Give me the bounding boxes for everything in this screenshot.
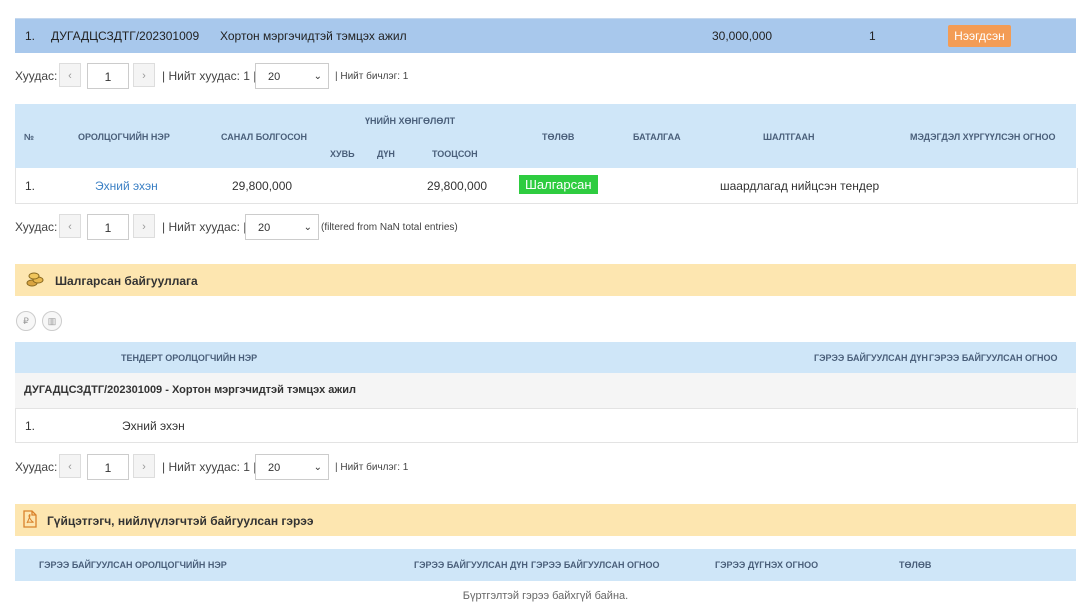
prev-page-button[interactable]: ‹ (59, 454, 81, 478)
col-contract-amount: Гэрээ байгуулсан дүн (414, 560, 528, 570)
pagination-1: Хуудас: ‹ 1 › | Нийт хуудас: 1 | 20 ⌄ | Н… (15, 63, 615, 89)
next-page-button[interactable]: › (133, 454, 155, 478)
page-label: Хуудас: (15, 69, 58, 83)
col-calculated: Тооцсон (432, 149, 478, 159)
col-contract-date: Гэрээ байгуулсан огноо (531, 560, 660, 570)
next-page-button[interactable]: › (133, 63, 155, 87)
filter-icon[interactable]: ₽ (16, 311, 36, 331)
tender-row[interactable]: 1. ДУГАДЦСЗДТГ/202301009 Хортон мэргэчид… (15, 18, 1076, 53)
section-selected-orgs: Шалгарсан байгууллага (15, 264, 1076, 296)
participant-link[interactable]: Эхний эхэн (95, 179, 158, 193)
col-discount-group: Үнийн хөнгөлөлт (365, 116, 456, 126)
coins-icon (25, 271, 45, 292)
calculated-amount: 29,800,000 (427, 179, 488, 193)
col-contract-end-date: Гэрээ дүгнэх огноо (715, 560, 819, 570)
col-reason: Шалтгаан (763, 132, 815, 142)
col-contract-date: Гэрээ байгуулсан огноо (929, 353, 1058, 363)
section-title: Шалгарсан байгууллага (55, 274, 198, 288)
tender-row-num: 1. (25, 29, 36, 43)
status-badge-selected: Шалгарсан (519, 175, 598, 194)
col-participant: Оролцогчийн нэр (78, 132, 170, 142)
group-row: ДУГАДЦСЗДТГ/202301009 - Хортон мэргэчидт… (15, 373, 1076, 409)
col-contract-amount: Гэрээ байгуулсан дүн (814, 353, 928, 363)
page-number-input[interactable]: 1 (87, 63, 129, 89)
table-row: 1. Эхний эхэн 29,800,000 29,800,000 Шалг… (15, 168, 1078, 204)
pagination-3: Хуудас: ‹ 1 › | Нийт хуудас: 1 | 20 ⌄ | Н… (15, 454, 615, 480)
col-status: Төлөв (542, 132, 575, 142)
offered-amount: 29,800,000 (232, 179, 293, 193)
page-size-select[interactable]: 20 ⌄ (255, 63, 329, 89)
page-size-select[interactable]: 20 ⌄ (245, 214, 319, 240)
orgs-table-header: Тендерт оролцогчийн нэр Гэрээ байгуулсан… (15, 342, 1076, 373)
tender-amount: 30,000,000 (712, 29, 773, 43)
grid-icon[interactable]: ▥ (42, 311, 62, 331)
chevron-down-icon: ⌄ (313, 462, 322, 473)
page-size-select[interactable]: 20 ⌄ (255, 454, 329, 480)
col-sent-date: Мэдэгдэл хүргүүлсэн огноо (910, 132, 1056, 142)
tender-name: Хортон мэргэчидтэй тэмцэх ажил (220, 29, 407, 43)
table-row: 1. Эхний эхэн (15, 408, 1078, 443)
tender-count: 1 (869, 29, 876, 43)
total-pages-label: | Нийт хуудас: 1 | (162, 69, 257, 83)
total-records-label: | Нийт бичлэг: 1 (335, 71, 409, 82)
prev-page-button[interactable]: ‹ (59, 214, 81, 238)
page-size-value: 20 (268, 71, 281, 83)
total-pages-label: | Нийт хуудас: 1 | (162, 460, 257, 474)
next-page-button[interactable]: › (133, 214, 155, 238)
page-number-input[interactable]: 1 (87, 454, 129, 480)
col-percent: Хувь (330, 149, 355, 159)
section-contracts: Гүйцэтгэгч, нийлүүлэгчтэй байгуулсан гэр… (15, 504, 1076, 536)
empty-text: Бүртгэлтэй гэрээ байхгүй байна. (462, 590, 629, 602)
row-no: 1. (25, 419, 36, 433)
chevron-down-icon: ⌄ (313, 71, 322, 82)
page-number-input[interactable]: 1 (87, 214, 129, 240)
bids-table-header: № Оролцогчийн нэр Санал болгосон Үнийн х… (15, 104, 1076, 168)
col-offered: Санал болгосон (221, 132, 308, 142)
reason-text: шаардлагад нийцсэн тендер (720, 179, 880, 193)
col-contract-status: Төлөв (899, 560, 932, 570)
page-size-value: 20 (268, 462, 281, 474)
total-pages-label: | Нийт хуудас: | (162, 220, 247, 234)
participant-name: Эхний эхэн (122, 419, 185, 433)
row-no: 1. (25, 179, 36, 193)
chevron-down-icon: ⌄ (303, 222, 312, 233)
col-tender-participant: Тендерт оролцогчийн нэр (121, 353, 258, 363)
col-guarantee: Баталгаа (633, 132, 681, 142)
col-discount-amount: Дүн (377, 149, 395, 159)
page-label: Хуудас: (15, 220, 58, 234)
total-records-label: | Нийт бичлэг: 1 (335, 462, 409, 473)
page-label: Хуудас: (15, 460, 58, 474)
pdf-icon (22, 510, 38, 531)
tender-code: ДУГАДЦСЗДТГ/202301009 (51, 29, 200, 43)
empty-table-message: Бүртгэлтэй гэрээ байхгүй байна. (15, 581, 1076, 602)
col-contract-participant: Гэрээ байгуулсан оролцогчийн нэр (39, 560, 227, 570)
status-badge-open: Нээгдсэн (948, 25, 1011, 47)
filtered-label: (filtered from NaN total entries) (321, 222, 458, 233)
page-size-value: 20 (258, 222, 271, 234)
contracts-table-header: Гэрээ байгуулсан оролцогчийн нэр Гэрээ б… (15, 549, 1076, 581)
section-title: Гүйцэтгэгч, нийлүүлэгчтэй байгуулсан гэр… (47, 514, 314, 528)
prev-page-button[interactable]: ‹ (59, 63, 81, 87)
pagination-2: Хуудас: ‹ 1 › | Нийт хуудас: | 20 ⌄ (filt… (15, 214, 615, 240)
col-no: № (24, 132, 35, 142)
group-title: ДУГАДЦСЗДТГ/202301009 - Хортон мэргэчидт… (24, 384, 356, 396)
